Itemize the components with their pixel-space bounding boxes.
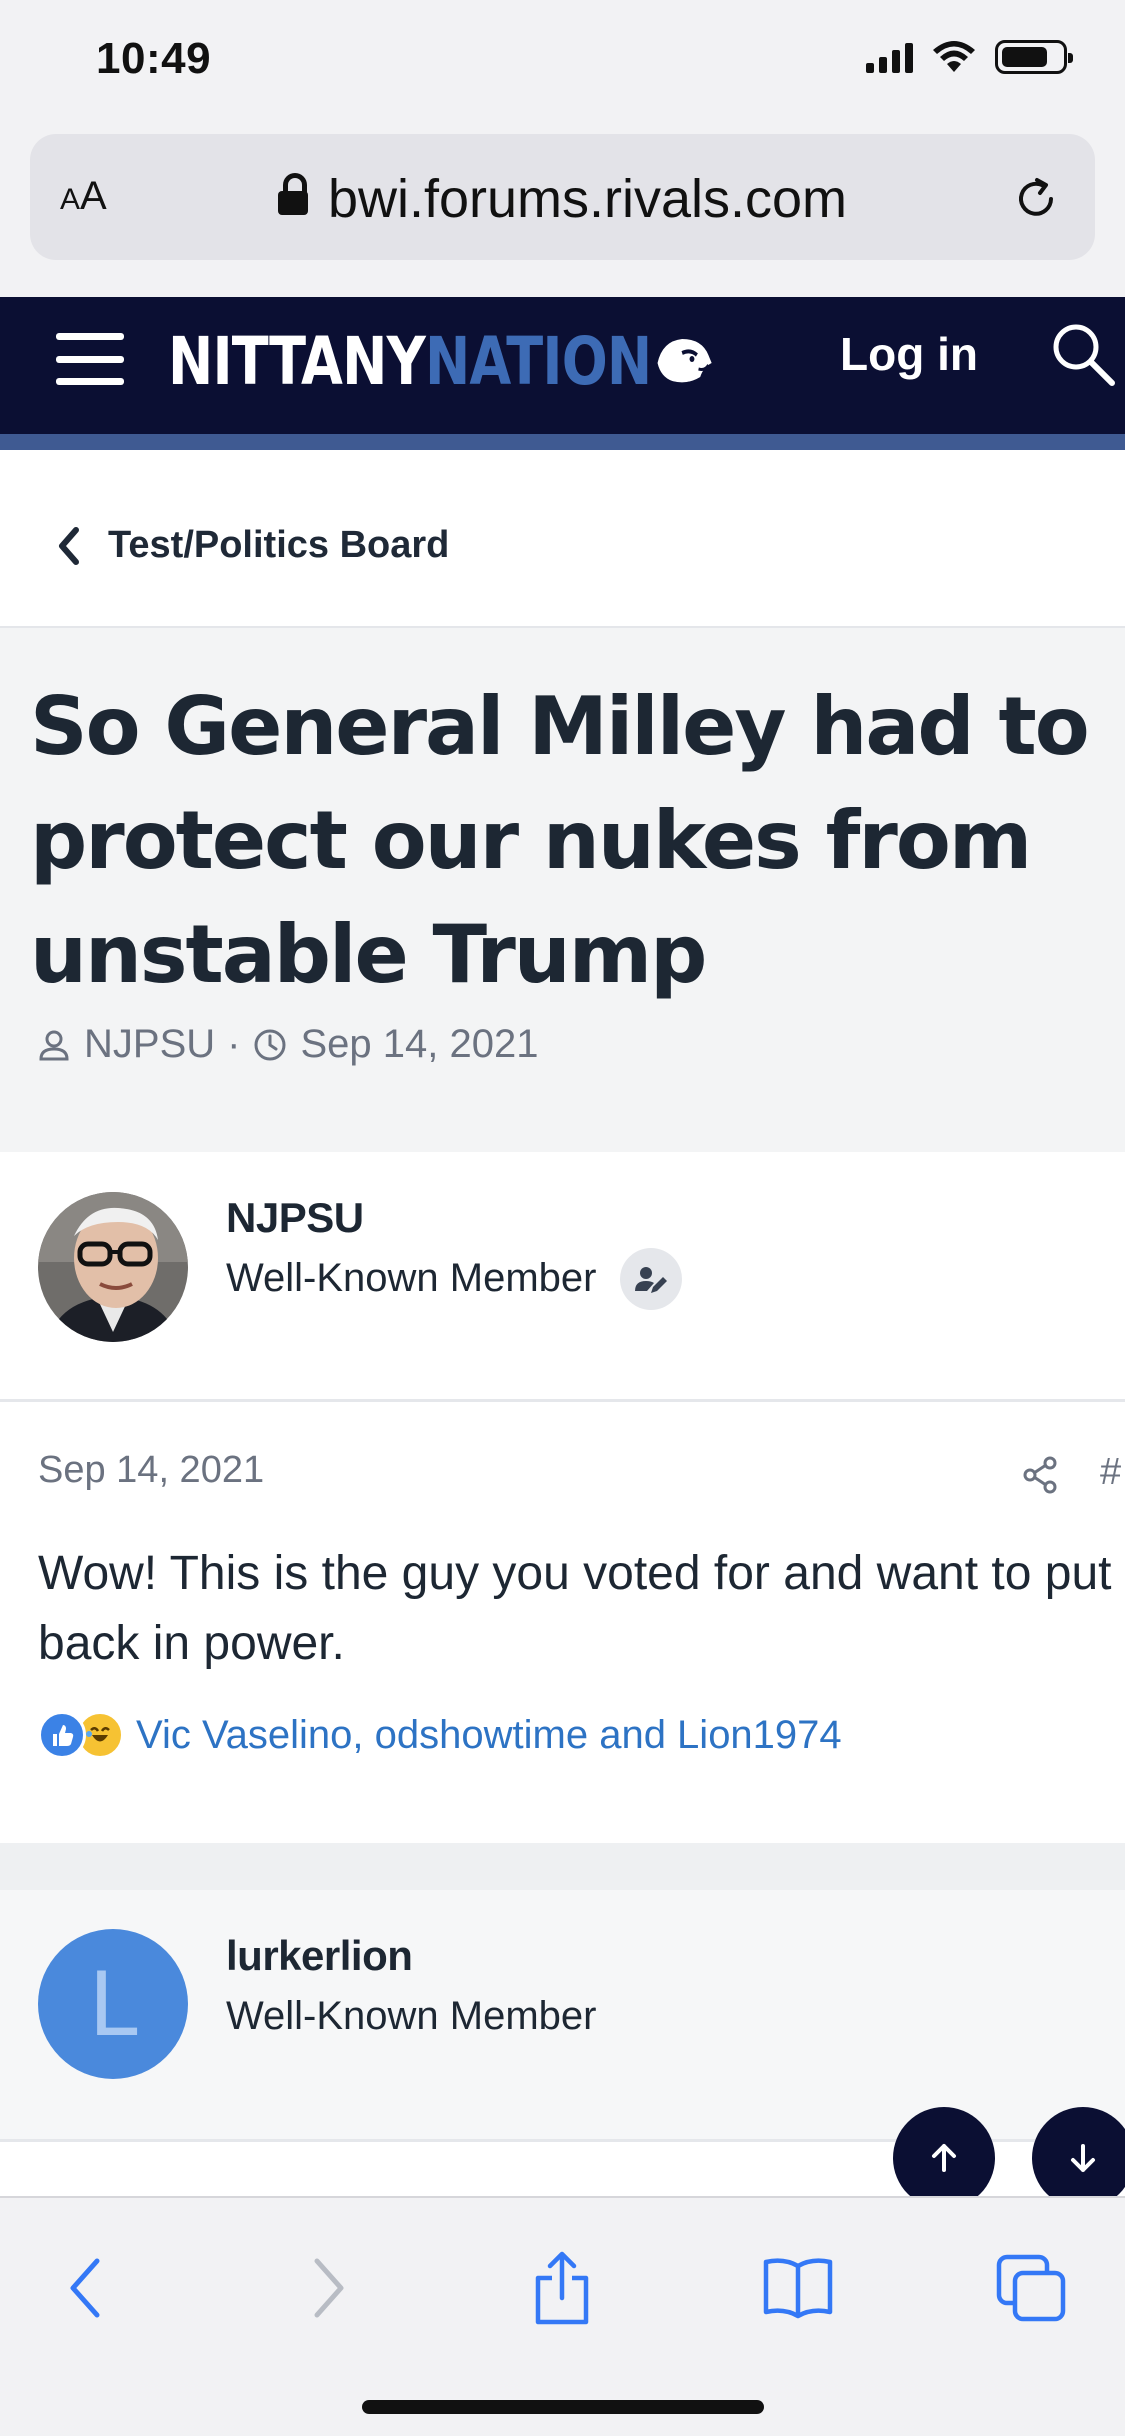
post-author: L lurkerlion Well-Known Member xyxy=(0,1890,1125,2142)
thread-date[interactable]: Sep 14, 2021 xyxy=(300,1022,538,1067)
meta-separator: · xyxy=(227,1022,241,1066)
user-title: Well-Known Member xyxy=(226,1994,597,2038)
address-bar[interactable]: AA bwi.forums.rivals.com xyxy=(30,134,1095,260)
breadcrumb-label[interactable]: Test/Politics Board xyxy=(108,524,449,567)
forward-button[interactable] xyxy=(288,2248,368,2328)
login-link[interactable]: Log in xyxy=(840,327,978,381)
bookmarks-button[interactable] xyxy=(758,2248,838,2328)
clock-icon xyxy=(254,1029,286,1060)
url-text: bwi.forums.rivals.com xyxy=(327,169,848,229)
thread-header: So General Milley had to protect our nuk… xyxy=(0,628,1125,1152)
post-separator xyxy=(0,1843,1125,1890)
tabs-button[interactable] xyxy=(992,2248,1072,2328)
battery-icon xyxy=(995,40,1073,74)
thread-author[interactable]: NJPSU xyxy=(84,1022,215,1067)
browser-address-area: AA bwi.forums.rivals.com xyxy=(0,120,1125,297)
back-button[interactable] xyxy=(46,2248,126,2328)
search-icon[interactable] xyxy=(1048,319,1118,389)
lion-mascot-icon xyxy=(657,339,713,383)
chevron-right-icon xyxy=(314,2258,344,2318)
post-text: Wow! This is the guy you voted for and w… xyxy=(38,1547,1112,1670)
cellular-signal-icon xyxy=(866,41,913,73)
avatar[interactable]: L xyxy=(38,1929,188,2079)
arrow-up-icon xyxy=(932,2144,956,2172)
thread-title: So General Milley had to protect our nuk… xyxy=(30,680,1090,1001)
post-date[interactable]: Sep 14, 2021 xyxy=(38,1449,264,1492)
wifi-icon xyxy=(933,41,975,72)
tabs-icon xyxy=(996,2254,1066,2322)
url-field[interactable]: bwi.forums.rivals.com xyxy=(30,168,1095,230)
username[interactable]: lurkerlion xyxy=(226,1932,413,1980)
scroll-top-button[interactable] xyxy=(893,2107,995,2209)
status-time: 10:49 xyxy=(96,34,212,83)
menu-icon[interactable] xyxy=(56,333,124,385)
share-icon[interactable] xyxy=(1020,1455,1060,1495)
post-body: Sep 14, 2021 # Wow! This is the guy you … xyxy=(0,1405,1125,1843)
like-reaction-icon xyxy=(38,1711,86,1759)
lock-icon xyxy=(277,173,308,215)
thread-meta: NJPSU · Sep 14, 2021 xyxy=(36,1022,538,1067)
breadcrumb[interactable]: Test/Politics Board xyxy=(0,466,1125,628)
chevron-left-icon xyxy=(59,527,79,565)
user-edit-badge-icon xyxy=(620,1248,682,1310)
avatar-photo xyxy=(38,1192,188,1342)
user-icon xyxy=(39,1030,69,1060)
avatar-letter: L xyxy=(88,1952,138,2056)
site-header: NITTANY NATION Log in xyxy=(0,297,1125,450)
username[interactable]: NJPSU xyxy=(226,1194,364,1242)
status-icons xyxy=(866,40,1073,74)
post-author: NJPSU Well-Known Member xyxy=(0,1152,1125,1402)
share-button[interactable] xyxy=(522,2248,602,2328)
reaction-users-link[interactable]: Vic Vaselino, odshowtime and Lion1974 xyxy=(136,1713,842,1758)
reactions-bar[interactable]: Vic Vaselino, odshowtime and Lion1974 xyxy=(38,1711,842,1759)
reload-icon[interactable] xyxy=(1013,176,1059,222)
share-icon xyxy=(535,2251,589,2325)
post-number-link[interactable]: # xyxy=(1100,1451,1121,1494)
user-title: Well-Known Member xyxy=(226,1256,597,1300)
chevron-left-icon xyxy=(70,2258,100,2318)
site-logo[interactable]: NITTANY NATION xyxy=(168,321,714,401)
status-bar: 10:49 xyxy=(0,0,1125,120)
arrow-down-icon xyxy=(1071,2144,1095,2172)
scroll-bottom-button[interactable] xyxy=(1032,2107,1125,2209)
book-icon xyxy=(763,2258,833,2319)
home-indicator xyxy=(362,2400,764,2414)
avatar[interactable] xyxy=(38,1192,188,1342)
